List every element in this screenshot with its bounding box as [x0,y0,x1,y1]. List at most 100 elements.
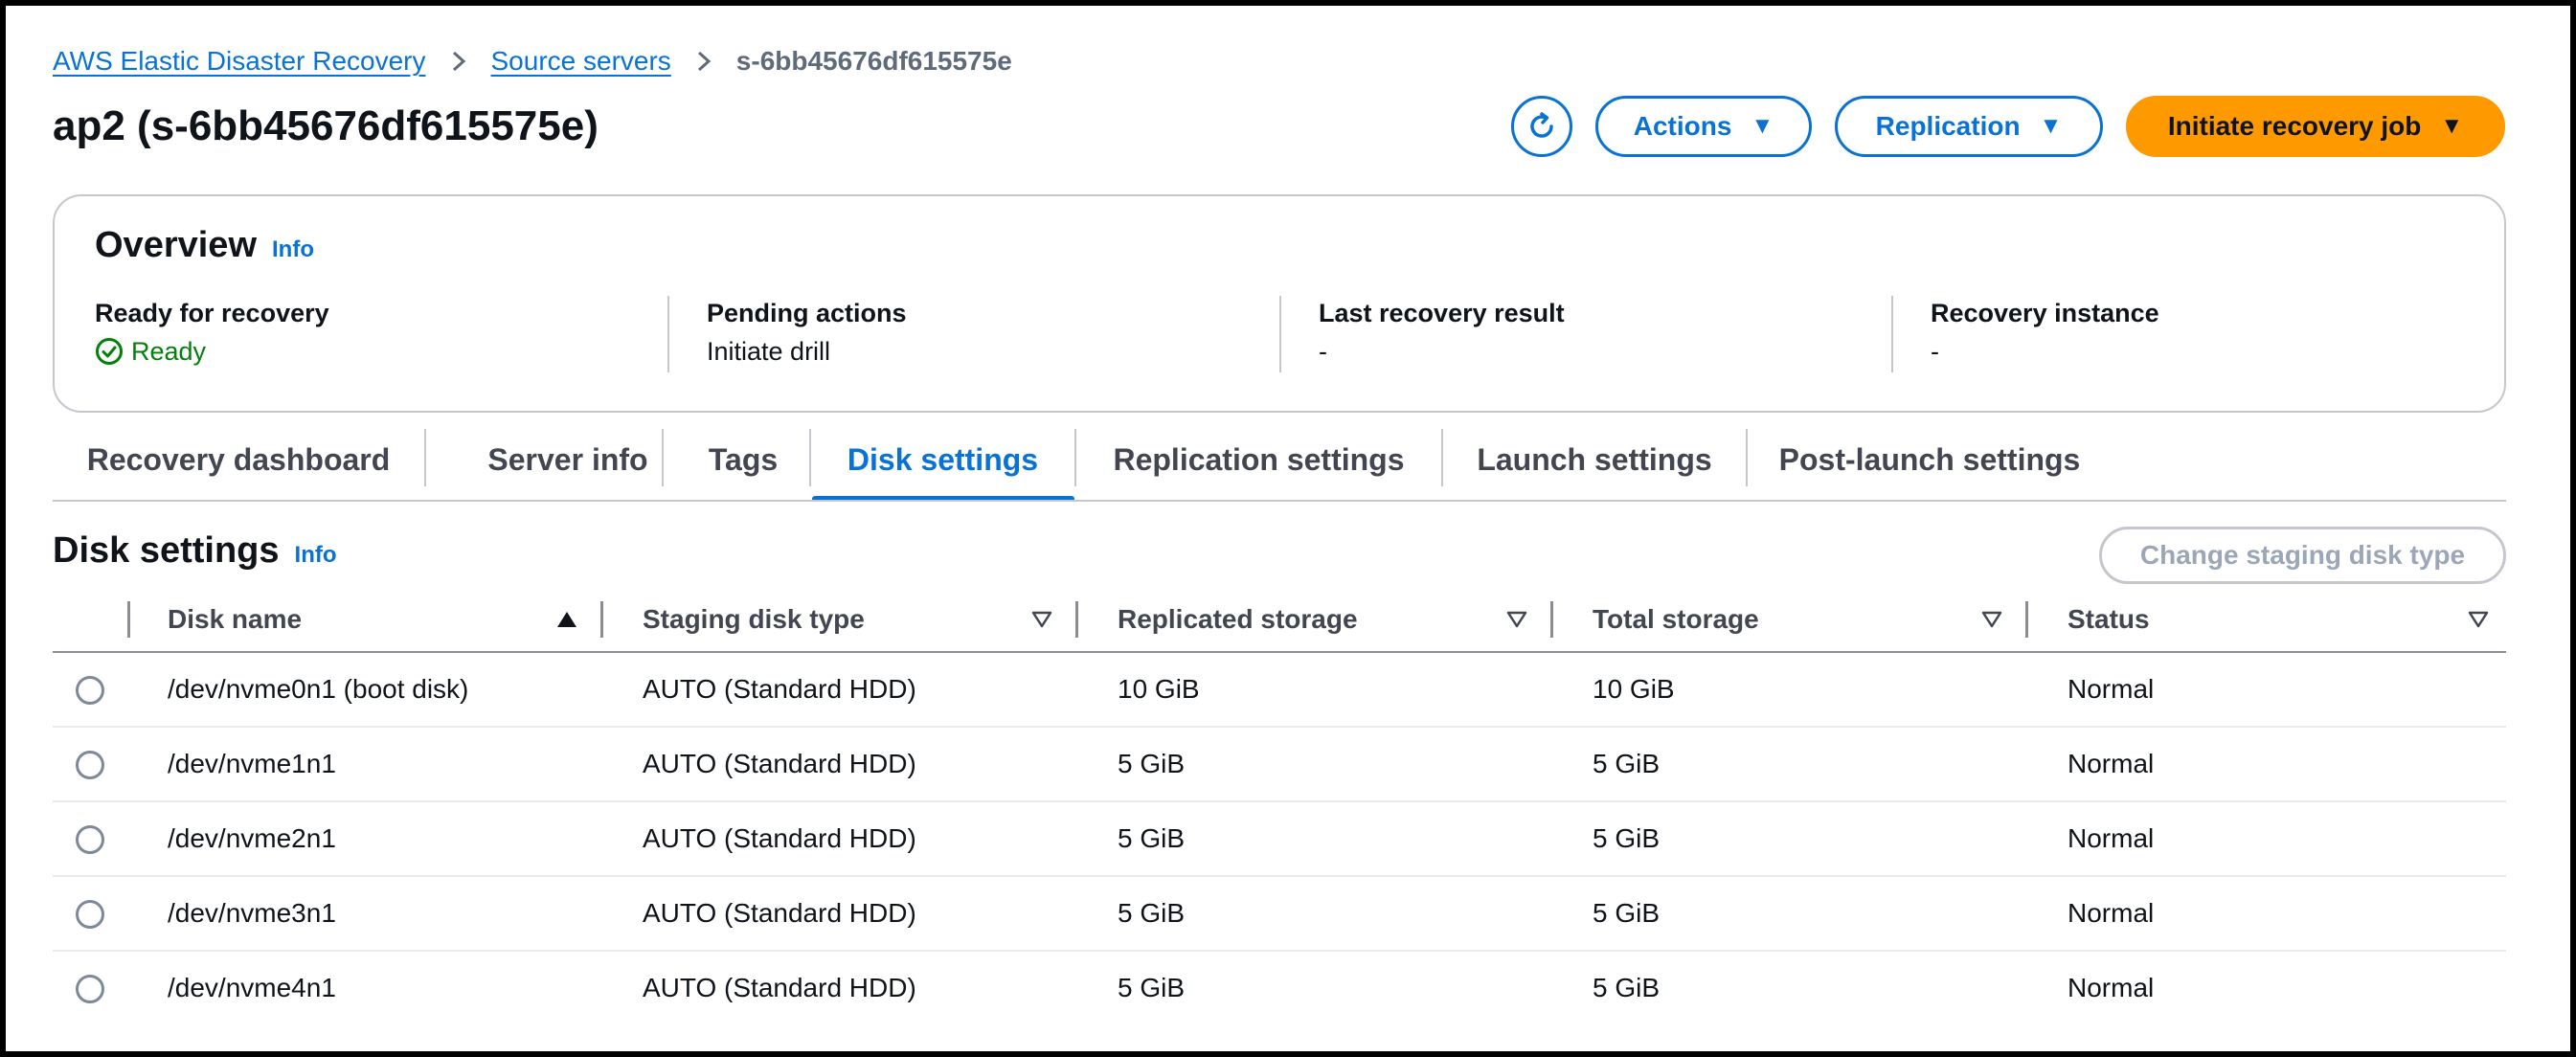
caret-down-icon: ▼ [2039,113,2063,139]
cell-status: Normal [2068,674,2155,704]
column-header-status[interactable]: Status [2068,588,2150,651]
page-frame: AWS Elastic Disaster Recovery Source ser… [0,0,2576,1057]
tab-post-launch-settings[interactable]: Post-launch settings [1748,419,2112,500]
breadcrumb: AWS Elastic Disaster Recovery Source ser… [53,42,1012,80]
sort-icon[interactable] [1506,588,1527,651]
actions-button[interactable]: Actions ▼ [1595,96,1812,157]
disk-settings-title: Disk settings [53,530,280,571]
cell-status: Normal [2068,898,2155,928]
overview-last-recovery-result: Last recovery result - [1319,296,1565,372]
cell-staging-disk-type: AUTO (Standard HDD) [643,674,916,704]
actions-button-label: Actions [1633,111,1732,141]
caret-down-icon: ▼ [2440,113,2464,139]
cell-disk-name: /dev/nvme1n1 [168,749,336,778]
breadcrumb-link-drs[interactable]: AWS Elastic Disaster Recovery [53,42,426,80]
tab-bar: Recovery dashboard Server info Tags Disk… [53,419,2506,502]
caret-down-icon: ▼ [1751,113,1774,139]
change-staging-disk-type-button[interactable]: Change staging disk type [2099,527,2506,584]
cell-staging-disk-type: AUTO (Standard HDD) [643,973,916,1002]
cell-replicated-storage: 5 GiB [1118,749,1186,778]
cell-total-storage: 5 GiB [1593,898,1661,928]
cell-staging-disk-type: AUTO (Standard HDD) [643,898,916,928]
initiate-recovery-job-label: Initiate recovery job [2167,111,2422,141]
row-radio-button[interactable] [76,975,104,1003]
tab-tags[interactable]: Tags [664,419,823,500]
replication-button-label: Replication [1875,111,2021,141]
tab-disk-settings[interactable]: Disk settings [811,419,1074,500]
overview-info-link[interactable]: Info [272,236,314,263]
tab-bar-border [53,500,2506,502]
cell-replicated-storage: 5 GiB [1118,898,1186,928]
sort-icon[interactable] [1981,588,2002,651]
tab-launch-settings[interactable]: Launch settings [1443,419,1746,500]
overview-title: Overview [95,225,257,265]
overview-pending-actions: Pending actions Initiate drill [707,296,907,372]
row-radio-button[interactable] [76,900,104,929]
cell-status: Normal [2068,973,2155,1002]
cell-disk-name: /dev/nvme3n1 [168,898,336,928]
refresh-icon [1525,109,1559,144]
breadcrumb-link-source-servers[interactable]: Source servers [491,42,671,80]
chevron-right-icon [696,50,712,73]
column-header-staging-disk-type[interactable]: Staging disk type [643,588,865,651]
column-divider[interactable] [1550,601,1553,638]
overview-recovery-instance: Recovery instance - [1931,296,2159,372]
table-row[interactable]: /dev/nvme3n1 AUTO (Standard HDD) 5 GiB 5… [53,877,2506,952]
overview-card: Overview Info Ready for recovery Ready P… [53,194,2506,413]
check-circle-icon [95,337,131,366]
cell-status: Normal [2068,823,2155,853]
overview-label: Recovery instance [1931,299,2159,327]
chevron-right-icon [451,50,466,73]
tab-replication-settings[interactable]: Replication settings [1076,419,1441,500]
column-divider[interactable] [600,601,603,638]
cell-staging-disk-type: AUTO (Standard HDD) [643,823,916,853]
column-header-replicated-storage[interactable]: Replicated storage [1118,588,1358,651]
sort-icon[interactable] [2468,588,2489,651]
cell-total-storage: 5 GiB [1593,749,1661,778]
status-ready-text: Ready [131,337,207,366]
table-row[interactable]: /dev/nvme0n1 (boot disk) AUTO (Standard … [53,653,2506,728]
table-row[interactable]: /dev/nvme4n1 AUTO (Standard HDD) 5 GiB 5… [53,952,2506,1024]
cell-total-storage: 5 GiB [1593,973,1661,1002]
cell-disk-name: /dev/nvme4n1 [168,973,336,1002]
table-header: Disk name Staging disk type Replicated s… [53,588,2506,653]
cell-replicated-storage: 10 GiB [1118,674,1200,704]
cell-disk-name: /dev/nvme0n1 (boot disk) [168,674,469,704]
overview-divider [667,296,669,372]
table-row[interactable]: /dev/nvme2n1 AUTO (Standard HDD) 5 GiB 5… [53,802,2506,877]
row-radio-button[interactable] [76,676,104,705]
cell-replicated-storage: 5 GiB [1118,823,1186,853]
row-radio-button[interactable] [76,751,104,779]
overview-label: Pending actions [707,299,907,327]
sort-icon[interactable] [1031,588,1052,651]
overview-label: Ready for recovery [95,299,329,327]
column-divider[interactable] [2025,601,2028,638]
overview-divider [1279,296,1281,372]
tab-recovery-dashboard[interactable]: Recovery dashboard [53,419,424,500]
overview-label: Last recovery result [1319,299,1565,327]
initiate-recovery-job-button[interactable]: Initiate recovery job ▼ [2126,96,2505,157]
replication-button[interactable]: Replication ▼ [1835,96,2103,157]
refresh-button[interactable] [1511,96,1572,157]
cell-staging-disk-type: AUTO (Standard HDD) [643,749,916,778]
cell-total-storage: 5 GiB [1593,823,1661,853]
cell-disk-name: /dev/nvme2n1 [168,823,336,853]
sort-ascending-icon[interactable] [556,588,577,651]
overview-ready-for-recovery: Ready for recovery Ready [95,296,329,372]
column-divider [127,601,130,638]
table-row[interactable]: /dev/nvme1n1 AUTO (Standard HDD) 5 GiB 5… [53,728,2506,802]
cell-status: Normal [2068,749,2155,778]
column-divider[interactable] [1075,601,1078,638]
cell-total-storage: 10 GiB [1593,674,1675,704]
status-ready: Ready [95,332,329,371]
overview-header: Overview Info [95,225,314,266]
disk-settings-table: Disk name Staging disk type Replicated s… [53,588,2506,1024]
overview-value: Initiate drill [707,337,831,366]
disk-settings-header: Disk settings Info [53,530,337,572]
overview-divider [1891,296,1893,372]
disk-settings-info-link[interactable]: Info [295,542,337,569]
row-radio-button[interactable] [76,825,104,854]
column-header-disk-name[interactable]: Disk name [168,588,302,651]
column-header-total-storage[interactable]: Total storage [1593,588,1759,651]
overview-value: - [1319,337,1327,366]
